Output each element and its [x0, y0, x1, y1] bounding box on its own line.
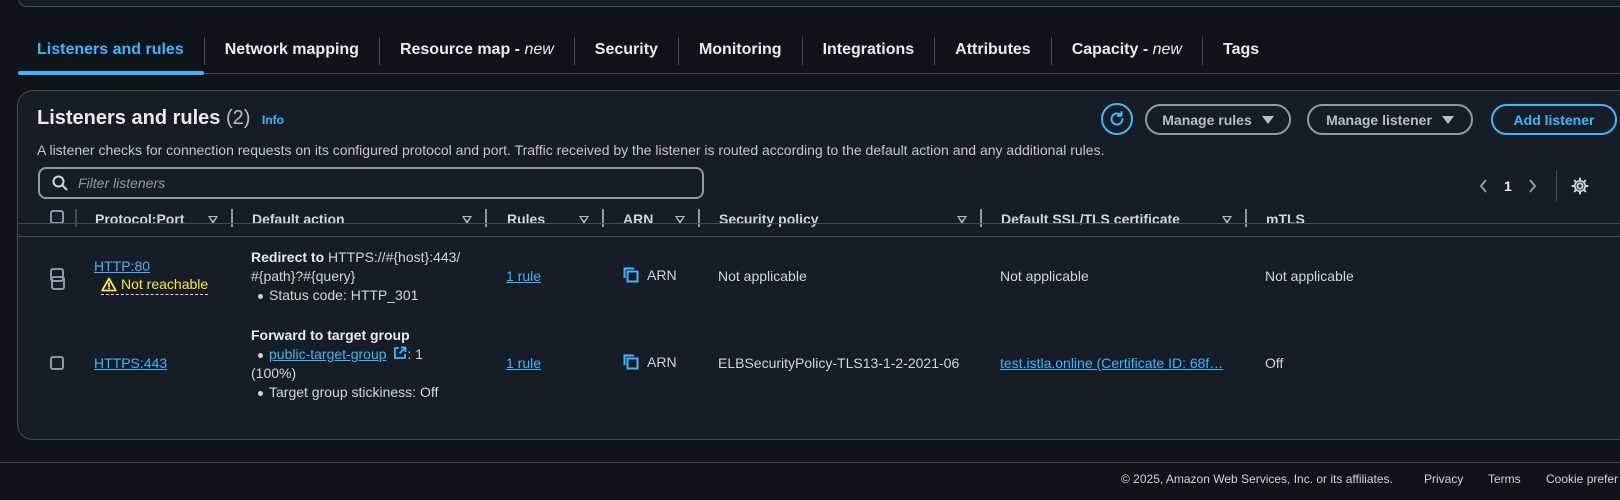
rules-link[interactable]: 1 rule [506, 355, 541, 371]
mtls-cell: Off [1265, 355, 1284, 371]
caret-down-icon [1441, 115, 1454, 124]
target-group-item: public-target-group : 1 (100%) [251, 345, 438, 383]
copy-icon[interactable] [623, 267, 639, 283]
row-checkbox[interactable] [50, 356, 64, 370]
rules-cell: 1 rule [506, 355, 541, 371]
manage-listener-label: Manage listener [1326, 111, 1432, 128]
target-weight: : 1 [407, 346, 423, 362]
arn-label: ARN [647, 354, 677, 370]
action-type: Redirect to [251, 249, 325, 265]
panel-title: Listeners and rules (2) Info [37, 107, 284, 130]
certificate-link[interactable]: test.istla.online (Certificate ID: 68f… [1000, 355, 1223, 371]
status-code: Status code: HTTP_301 [251, 286, 460, 305]
add-listener-button[interactable]: Add listener [1491, 104, 1617, 135]
tab-resource-map[interactable]: Resource map - new [380, 30, 574, 74]
detail-tabs: Listeners and rules Network mapping Reso… [18, 30, 1620, 75]
manage-listener-button[interactable]: Manage listener [1307, 104, 1473, 135]
tab-monitoring[interactable]: Monitoring [679, 30, 802, 74]
manage-rules-label: Manage rules [1162, 111, 1252, 128]
default-action-cell: Redirect to HTTPS://#{host}:443/ #{path}… [251, 248, 460, 305]
caret-down-icon [1261, 115, 1274, 124]
warning-text: Not reachable [121, 276, 209, 292]
panel-title-text: Listeners and rules [37, 107, 221, 129]
copy-icon[interactable] [623, 354, 639, 370]
tab-security[interactable]: Security [575, 30, 678, 74]
tab-capacity[interactable]: Capacity - new [1052, 30, 1202, 74]
refresh-icon [1110, 111, 1124, 126]
tab-tags[interactable]: Tags [1203, 30, 1279, 74]
listener-link[interactable]: HTTP:80 [94, 258, 150, 274]
target-group-link[interactable]: public-target-group [269, 346, 387, 362]
tab-integrations[interactable]: Integrations [803, 30, 935, 74]
info-link[interactable]: Info [262, 113, 284, 127]
security-policy-cell: Not applicable [718, 268, 807, 284]
arn-label: ARN [647, 267, 677, 283]
page-footer: © 2025, Amazon Web Services, Inc. or its… [0, 462, 1620, 500]
certificate-cell: Not applicable [1000, 268, 1089, 284]
redirect-target: HTTPS://#{host}:443/ [324, 249, 461, 265]
target-weight-percent: (100%) [251, 365, 297, 381]
manage-rules-button[interactable]: Manage rules [1145, 104, 1291, 135]
cookie-preferences-link[interactable]: Cookie prefer [1546, 472, 1618, 486]
stickiness-setting: Target group stickiness: Off [251, 383, 438, 402]
certificate-cell: test.istla.online (Certificate ID: 68f… [1000, 355, 1223, 371]
arn-cell[interactable]: ARN [623, 354, 677, 373]
protocol-port-cell: HTTP:80 [94, 258, 150, 274]
arn-cell[interactable]: ARN [623, 267, 677, 286]
listener-link[interactable]: HTTPS:443 [94, 355, 167, 371]
warning-icon [101, 277, 117, 291]
refresh-button[interactable] [1101, 103, 1133, 135]
add-listener-label: Add listener [1513, 111, 1595, 128]
mtls-cell: Not applicable [1265, 268, 1354, 284]
tab-attributes[interactable]: Attributes [935, 30, 1051, 74]
tab-network-mapping[interactable]: Network mapping [205, 30, 379, 74]
table-row [19, 147, 1620, 290]
listener-count: (2) [225, 107, 251, 129]
rules-link[interactable]: 1 rule [506, 268, 541, 284]
security-policy-cell: ELBSecurityPolicy-TLS13-1-2-2021-06 [718, 355, 960, 371]
upper-panel-edge [18, 0, 1620, 7]
copyright-text: © 2025, Amazon Web Services, Inc. or its… [1121, 472, 1393, 486]
privacy-link[interactable]: Privacy [1424, 472, 1463, 486]
not-reachable-warning[interactable]: Not reachable [101, 276, 209, 295]
external-link-icon[interactable] [393, 346, 407, 360]
terms-link[interactable]: Terms [1488, 472, 1521, 486]
protocol-port-cell: HTTPS:443 [94, 355, 167, 371]
rules-cell: 1 rule [506, 268, 541, 284]
action-type: Forward to target group [251, 327, 410, 343]
default-action-cell: Forward to target group public-target-gr… [251, 326, 438, 402]
row-checkbox[interactable] [50, 268, 64, 282]
tab-listeners-and-rules[interactable]: Listeners and rules [18, 30, 204, 75]
redirect-target-path: #{path}?#{query} [251, 268, 356, 284]
